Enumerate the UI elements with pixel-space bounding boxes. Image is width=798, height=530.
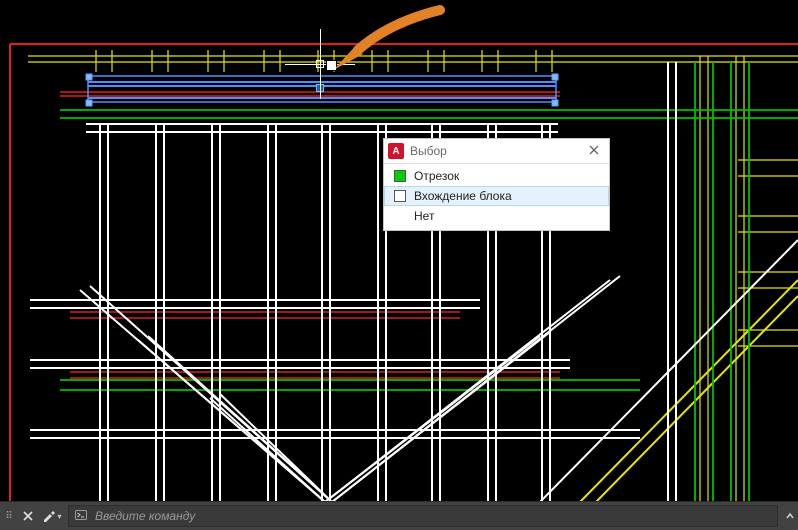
blank-swatch-icon [394,210,406,222]
selection-item-none[interactable]: Нет [384,206,609,226]
color-swatch-icon [394,170,406,182]
pickbox-indicator [326,60,337,71]
selection-item-label: Нет [414,209,434,223]
selection-dialog: A Выбор Отрезок Вхождение блока Нет [383,138,610,231]
app-icon: A [388,143,404,159]
selection-item-label: Вхождение блока [414,189,512,203]
customize-button[interactable]: ▾ [40,505,64,527]
close-icon[interactable] [585,144,603,158]
selection-item-line[interactable]: Отрезок [384,166,609,186]
selection-item-blockref[interactable]: Вхождение блока [384,186,609,206]
command-input[interactable] [93,508,771,524]
selection-item-label: Отрезок [414,169,459,183]
color-swatch-icon [394,190,406,202]
command-bar: ⠿ ▾ [0,501,798,530]
close-command-button[interactable] [16,505,40,527]
selection-grip[interactable] [316,84,324,92]
command-input-wrap[interactable] [68,505,778,527]
prompt-chevron-icon [75,509,87,523]
drawing-canvas[interactable] [0,0,798,502]
selection-list: Отрезок Вхождение блока Нет [384,164,609,230]
expand-history-button[interactable] [782,511,798,521]
dialog-title: Выбор [410,144,585,158]
dialog-titlebar[interactable]: A Выбор [384,139,609,164]
drag-handle-icon[interactable]: ⠿ [0,511,16,522]
app-icon-letter: A [392,146,399,157]
